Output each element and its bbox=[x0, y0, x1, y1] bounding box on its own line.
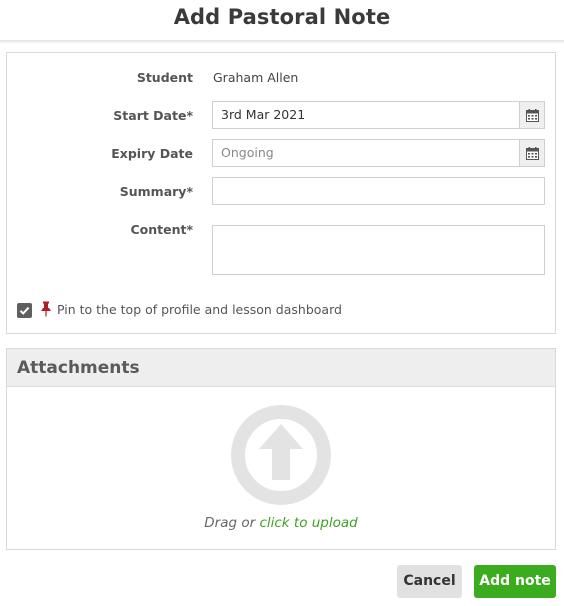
student-value: Graham Allen bbox=[213, 70, 299, 85]
start-date-input[interactable]: 3rd Mar 2021 bbox=[212, 101, 519, 129]
start-date-calendar-button[interactable] bbox=[519, 101, 545, 129]
pin-label[interactable]: Pin to the top of profile and lesson das… bbox=[57, 302, 342, 317]
content-label: Content* bbox=[130, 222, 193, 237]
expiry-date-calendar-button[interactable] bbox=[519, 139, 545, 167]
summary-label: Summary* bbox=[119, 184, 193, 199]
expiry-date-label: Expiry Date bbox=[111, 146, 193, 161]
upload-icon[interactable] bbox=[231, 405, 331, 505]
pin-checkbox[interactable] bbox=[17, 303, 32, 318]
cancel-button[interactable]: Cancel bbox=[397, 565, 462, 598]
pin-icon bbox=[41, 301, 51, 317]
start-date-label: Start Date* bbox=[113, 108, 193, 123]
calendar-icon bbox=[525, 108, 539, 122]
summary-input[interactable] bbox=[212, 177, 545, 205]
dialog-title: Add Pastoral Note bbox=[173, 5, 391, 29]
student-label: Student bbox=[136, 70, 193, 85]
calendar-icon bbox=[525, 146, 539, 160]
attachments-panel: Attachments Drag or click to upload bbox=[6, 348, 556, 550]
click-to-upload-link[interactable]: click to upload bbox=[259, 515, 357, 531]
add-note-button[interactable]: Add note bbox=[474, 565, 556, 598]
title-divider bbox=[0, 40, 564, 44]
expiry-date-input[interactable]: Ongoing bbox=[212, 139, 519, 167]
attachments-heading: Attachments bbox=[7, 349, 555, 387]
checkmark-icon bbox=[19, 306, 30, 315]
note-form-panel: Student Graham Allen Start Date* 3rd Mar… bbox=[6, 52, 556, 334]
drag-drop-hint: Drag or click to upload bbox=[204, 515, 358, 531]
content-textarea[interactable] bbox=[212, 225, 545, 275]
